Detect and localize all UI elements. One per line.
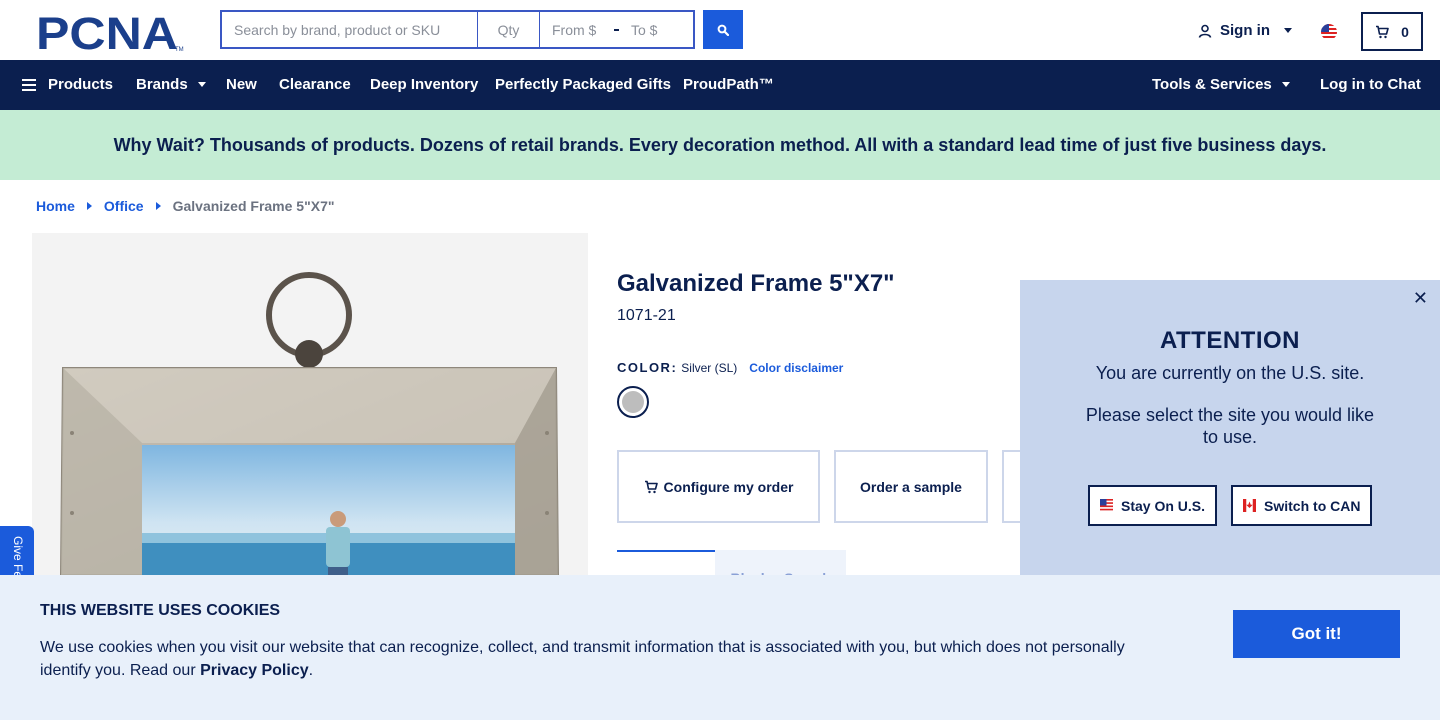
svg-text:TM: TM [175, 47, 184, 52]
product-title: Galvanized Frame 5"X7" [617, 270, 895, 297]
price-dash [614, 28, 619, 31]
nav-brands-label: Brands [136, 76, 188, 93]
main-nav: Products Brands New Clearance Deep Inven… [0, 60, 1440, 110]
cookie-title: THIS WEBSITE USES COOKIES [40, 602, 281, 619]
svg-text:PCNA: PCNA [36, 12, 178, 52]
nav-packaged-gifts[interactable]: Perfectly Packaged Gifts [495, 76, 671, 93]
attention-message: You are currently on the U.S. site. [1095, 363, 1365, 383]
nav-brands[interactable]: Brands [136, 76, 206, 93]
signin-menu[interactable]: Sign in [1198, 22, 1292, 39]
close-icon[interactable]: ✕ [1413, 288, 1428, 309]
site-select-modal: ✕ ATTENTION You are currently on the U.S… [1020, 280, 1440, 580]
stay-us-button[interactable]: Stay On U.S. [1088, 485, 1218, 526]
search-input[interactable] [220, 10, 478, 49]
color-info: COLOR: Silver (SL) Color disclaimer [617, 360, 843, 375]
got-it-button[interactable]: Got it! [1233, 610, 1400, 658]
promo-banner: Why Wait? Thousands of products. Dozens … [0, 110, 1440, 180]
color-swatch-silver[interactable] [617, 386, 649, 418]
nav-packaged-gifts-label: Perfectly Packaged Gifts [495, 76, 671, 93]
quantity-input[interactable] [478, 10, 540, 49]
nav-clearance[interactable]: Clearance [279, 76, 351, 93]
nav-tools[interactable]: Tools & Services [1152, 76, 1290, 93]
site-header: PCNA TM Sign in [0, 0, 1440, 60]
stay-us-label: Stay On U.S. [1121, 497, 1206, 514]
breadcrumb-arrow-icon [86, 202, 92, 210]
us-flag-icon [1100, 499, 1113, 512]
cookie-text-end: . [308, 662, 314, 679]
order-sample-button[interactable]: Order a sample [834, 450, 988, 523]
switch-can-button[interactable]: Switch to CAN [1231, 485, 1373, 526]
price-to-input[interactable] [631, 21, 681, 38]
cookie-text: We use cookies when you visit our websit… [40, 636, 1150, 682]
feedback-label: Give Feedback [11, 536, 25, 576]
cookie-banner: THIS WEBSITE USES COOKIES We use cookies… [0, 575, 1440, 720]
price-range [540, 10, 695, 49]
configure-order-label: Configure my order [663, 478, 794, 495]
breadcrumb: Home Office Galvanized Frame 5"X7" [36, 198, 335, 214]
color-value: Silver (SL) [681, 361, 738, 375]
search-bar [220, 10, 695, 49]
pcna-logo[interactable]: PCNA TM [36, 12, 184, 52]
nav-proudpath[interactable]: ProudPath™ [683, 76, 774, 93]
chevron-down-icon [1281, 82, 1290, 87]
us-flag-icon[interactable] [1321, 24, 1337, 40]
switch-can-label: Switch to CAN [1264, 497, 1361, 514]
breadcrumb-office[interactable]: Office [104, 198, 144, 214]
nav-proudpath-label: ProudPath™ [683, 76, 774, 93]
nav-new-label: New [226, 76, 257, 93]
search-icon [717, 24, 729, 36]
color-label: COLOR: [617, 360, 678, 375]
breadcrumb-current: Galvanized Frame 5"X7" [172, 198, 335, 214]
nav-products-label: Products [48, 76, 114, 93]
give-feedback-tab[interactable]: Give Feedback [0, 526, 34, 576]
product-image[interactable] [32, 233, 588, 575]
attention-title: ATTENTION [1159, 327, 1301, 354]
user-icon [1198, 24, 1212, 38]
galvanized-frame-photo [32, 233, 588, 575]
promo-text: Why Wait? Thousands of products. Dozens … [113, 134, 1327, 155]
nav-deep-inventory-label: Deep Inventory [370, 76, 479, 93]
configure-order-button[interactable]: Configure my order [617, 450, 820, 523]
canada-flag-icon [1243, 499, 1257, 512]
nav-clearance-label: Clearance [279, 76, 351, 93]
swatch-fill [622, 391, 644, 413]
cart-count: 0 [1401, 23, 1409, 40]
cart-icon [644, 480, 658, 493]
nav-products[interactable]: Products [22, 76, 113, 93]
cart-button[interactable]: 0 [1361, 12, 1423, 51]
hamburger-icon [22, 78, 36, 91]
breadcrumb-home[interactable]: Home [36, 198, 75, 214]
order-sample-label: Order a sample [860, 478, 962, 495]
chevron-down-icon [197, 82, 206, 87]
nav-new[interactable]: New [226, 76, 257, 93]
nav-chat-label: Log in to Chat [1320, 76, 1421, 93]
signin-label: Sign in [1220, 22, 1270, 39]
cart-icon [1376, 25, 1389, 38]
chevron-down-icon [1284, 28, 1292, 33]
nav-deep-inventory[interactable]: Deep Inventory [370, 76, 478, 93]
privacy-policy-link[interactable]: Privacy Policy [200, 662, 309, 679]
search-button[interactable] [703, 10, 743, 49]
breadcrumb-arrow-icon [155, 202, 161, 210]
price-from-input[interactable] [552, 21, 602, 38]
color-disclaimer-link[interactable]: Color disclaimer [749, 361, 843, 375]
product-sku: 1071-21 [617, 307, 676, 324]
nav-tools-label: Tools & Services [1152, 76, 1272, 93]
attention-question: Please select the site you would like to… [1085, 405, 1375, 447]
site-buttons: Stay On U.S. Switch to CAN [1088, 485, 1373, 526]
nav-chat[interactable]: Log in to Chat [1320, 76, 1421, 93]
